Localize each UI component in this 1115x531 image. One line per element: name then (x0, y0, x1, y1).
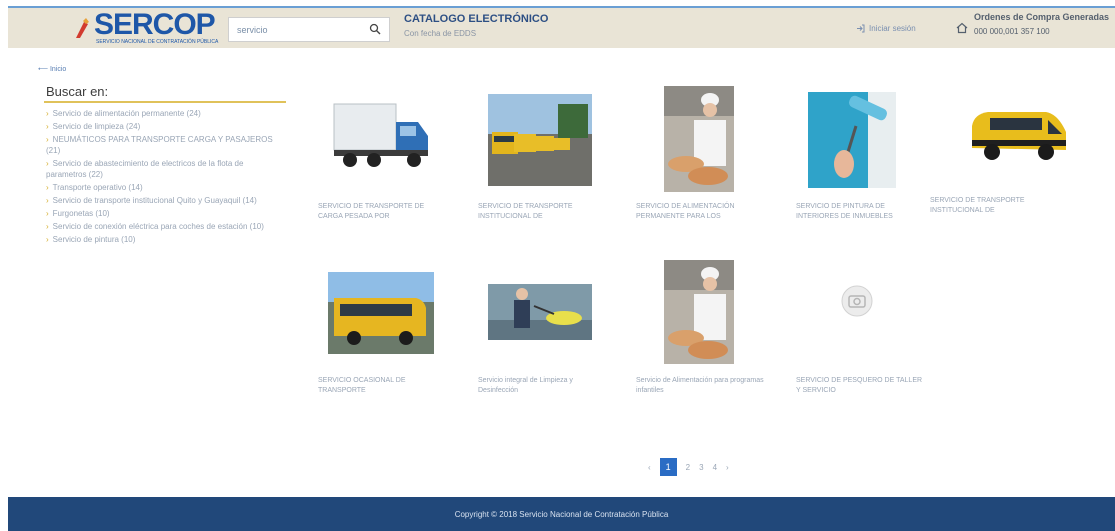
product-caption: SERVICIO DE TRANSPORTE INSTITUCIONAL DE (930, 197, 1025, 214)
category-label: NEUMÁTICOS PARA TRANSPORTE CARGA Y PASAJ… (46, 135, 273, 155)
category-label: Servicio de limpieza (24) (52, 122, 141, 131)
yellow-van-image (972, 112, 1066, 160)
catalog-title[interactable]: CATALOGO ELECTRÓNICO (404, 13, 548, 25)
category-list: › Servicio de alimentación permanente (24… (46, 108, 286, 247)
product-card[interactable]: SERVICIO DE TRANSPORTE INSTITUCIONAL DE (478, 92, 608, 232)
category-label: Servicio de alimentación permanente (24) (52, 109, 201, 118)
bullet-icon: › (46, 159, 49, 168)
category-label: Furgonetas (10) (52, 209, 110, 218)
category-item[interactable]: › Servicio de transporte institucional Qu… (46, 195, 286, 206)
product-card[interactable]: SERVICIO DE PESQUERO DE TALLER Y SERVICI… (796, 272, 926, 402)
sidebar-divider (44, 101, 286, 103)
pagination: ‹ 1 2 3 4 › (648, 458, 729, 476)
bullet-icon: › (46, 196, 49, 205)
product-card[interactable]: SERVICIO DE TRANSPORTE DE CARGA PESADA P… (318, 92, 448, 232)
logo-text: SERCOP (94, 8, 216, 41)
food-service-image (664, 260, 734, 364)
orders-count: 000 000,001 357 100 (974, 27, 1050, 36)
product-caption: SERVICIO DE PESQUERO DE TALLER Y SERVICI… (796, 377, 923, 394)
page-button-2[interactable]: 2 (686, 463, 690, 472)
paint-roller-image (808, 92, 896, 188)
sidebar-title: Buscar en: (46, 84, 109, 99)
product-caption: SERVICIO DE PINTURA DE INTERIORES DE INM… (796, 203, 893, 220)
product-caption: SERVICIO DE ALIMENTACIÓN PERMANENTE PARA… (636, 203, 735, 220)
product-card[interactable]: SERVICIO DE ALIMENTACIÓN PERMANENTE PARA… (636, 86, 766, 232)
category-label: Transporte operativo (14) (52, 183, 143, 192)
sign-in-icon (857, 24, 865, 33)
page-button-1[interactable]: 1 (659, 458, 677, 476)
search-box (228, 17, 390, 42)
footer-copyright: Copyright © 2018 Servicio Nacional de Co… (454, 509, 669, 519)
category-item[interactable]: › Servicio de abastecimiento de electrico… (46, 158, 286, 180)
category-item[interactable]: › Servicio de limpieza (24) (46, 121, 286, 132)
category-label: Servicio de transporte institucional Qui… (52, 196, 257, 205)
product-card[interactable]: SERVICIO DE TRANSPORTE INSTITUCIONAL DE (930, 92, 1066, 232)
category-item[interactable]: › Furgonetas (10) (46, 208, 286, 219)
catalog-subtitle: Con fecha de EDDS (404, 29, 477, 38)
product-caption: SERVICIO DE TRANSPORTE INSTITUCIONAL DE (478, 203, 573, 220)
sercop-logo[interactable]: SERCOP SERVICIO NACIONAL DE CONTRATACIÓN… (68, 8, 219, 46)
product-card[interactable]: SERVICIO DE PINTURA DE INTERIORES DE INM… (796, 92, 926, 232)
product-caption: Servicio integral de Limpieza y Desinfec… (478, 377, 573, 394)
product-caption: SERVICIO DE TRANSPORTE DE CARGA PESADA P… (318, 203, 425, 220)
food-service-image (664, 86, 734, 192)
bullet-icon: › (46, 135, 49, 144)
login-label: Iniciar sesión (869, 24, 916, 33)
category-item[interactable]: › NEUMÁTICOS PARA TRANSPORTE CARGA Y PASA… (46, 134, 286, 156)
bullet-icon: › (46, 109, 49, 118)
search-icon[interactable] (369, 23, 381, 35)
page-button-3[interactable]: 3 (699, 463, 703, 472)
logo-subtext: SERVICIO NACIONAL DE CONTRATACIÓN PÚBLIC… (96, 39, 219, 45)
category-label: Servicio de abastecimiento de electricos… (46, 159, 244, 179)
bullet-icon: › (46, 235, 49, 244)
top-header: SERCOP SERVICIO NACIONAL DE CONTRATACIÓN… (8, 6, 1115, 48)
category-label: Servicio de conexión eléctrica para coch… (52, 222, 264, 231)
cleaning-service-image (488, 284, 592, 340)
product-caption: SERVICIO OCASIONAL DE TRANSPORTE (318, 377, 406, 394)
bullet-icon: › (46, 122, 49, 131)
school-bus-image (328, 272, 434, 354)
cargo-truck-image (333, 103, 428, 167)
category-label: Servicio de pintura (10) (52, 235, 136, 244)
home-icon (956, 22, 968, 34)
next-page-button[interactable]: › (726, 463, 729, 472)
institutional-bus-image (488, 94, 592, 186)
product-caption: Servicio de Alimentación para programas … (636, 377, 764, 394)
category-item[interactable]: › Servicio de conexión eléctrica para coc… (46, 221, 286, 232)
bullet-icon: › (46, 222, 49, 231)
page-button-4[interactable]: 4 (713, 463, 717, 472)
search-input[interactable] (229, 24, 359, 35)
product-card[interactable]: Servicio de Alimentación para programas … (636, 260, 766, 400)
product-card[interactable]: SERVICIO OCASIONAL DE TRANSPORTE (318, 272, 448, 402)
prev-page-button[interactable]: ‹ (648, 463, 651, 472)
logo-swoosh-icon (76, 18, 89, 38)
footer: Copyright © 2018 Servicio Nacional de Co… (8, 497, 1115, 531)
category-item[interactable]: › Servicio de alimentación permanente (24… (46, 108, 286, 119)
product-card[interactable]: Servicio integral de Limpieza y Desinfec… (478, 272, 608, 402)
back-label: Inicio (49, 66, 67, 73)
camera-placeholder-icon (841, 285, 873, 317)
bullet-icon: › (46, 183, 49, 192)
login-link[interactable]: Iniciar sesión (856, 24, 916, 33)
back-link[interactable]: ⟵ Inicio (38, 65, 66, 73)
category-item[interactable]: › Servicio de pintura (10) (46, 234, 286, 245)
orders-title: Ordenes de Compra Generadas (974, 12, 1110, 22)
bullet-icon: › (46, 209, 49, 218)
arrow-left-icon: ⟵ (38, 66, 50, 73)
category-item[interactable]: › Transporte operativo (14) (46, 182, 286, 193)
